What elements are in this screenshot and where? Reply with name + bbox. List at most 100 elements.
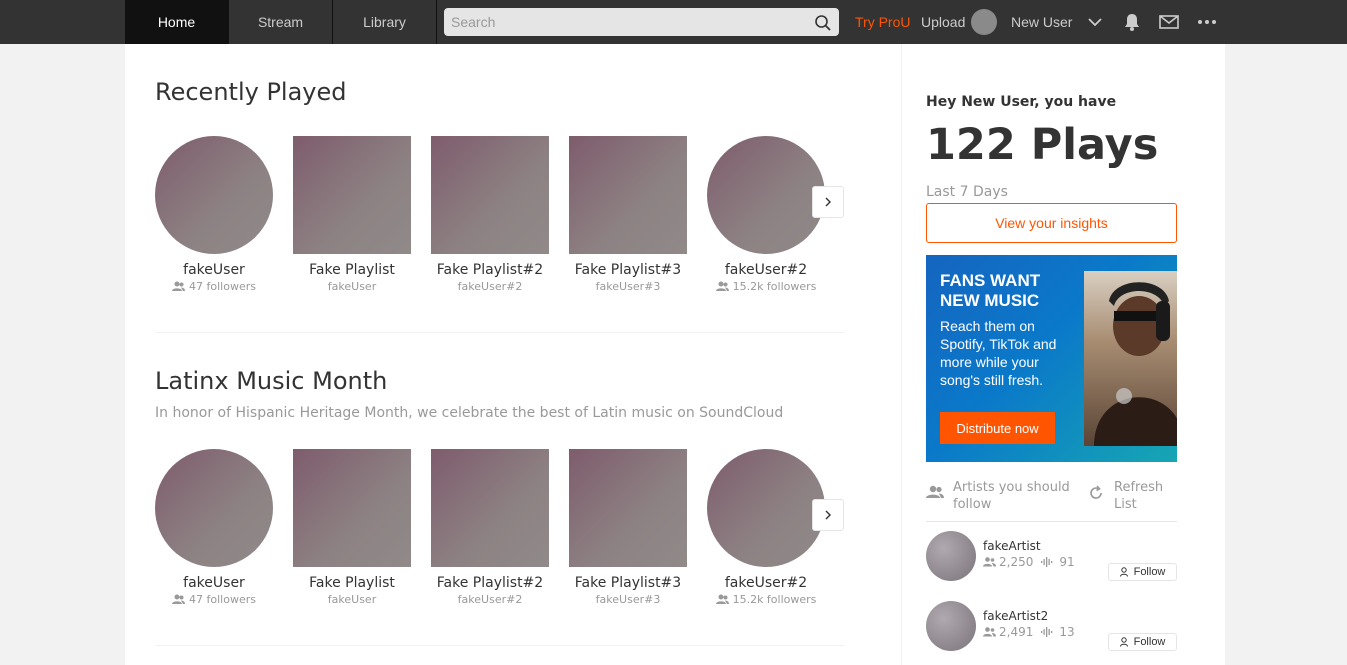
section-title: Recently Played: [155, 78, 347, 106]
promo-body: Reach them on Spotify, TikTok and more w…: [940, 318, 1057, 388]
refresh-list-link[interactable]: Refresh List: [1114, 479, 1174, 513]
carousel: fakeUser 47 followers Fake Playlist fake…: [155, 449, 845, 619]
item-subtitle[interactable]: fakeUser#3: [596, 593, 661, 606]
item-subtitle: 47 followers: [189, 593, 256, 606]
suggested-artist: fakeArtist 2,250 91 Follow: [926, 531, 1177, 583]
follow-button-label: Follow: [1133, 566, 1166, 578]
carousel-item[interactable]: fakeUser#2 15.2k followers: [707, 136, 825, 293]
item-title[interactable]: Fake Playlist#2: [431, 575, 549, 591]
item-title[interactable]: fakeUser: [155, 262, 273, 278]
distribute-now-button[interactable]: Distribute now: [940, 412, 1055, 444]
followers-icon: [172, 594, 186, 604]
section-divider: [155, 332, 845, 333]
chevron-down-icon[interactable]: [1084, 11, 1106, 33]
artist-name[interactable]: fakeArtist: [983, 539, 1041, 553]
username-menu[interactable]: New User: [1011, 0, 1072, 44]
carousel-item[interactable]: fakeUser 47 followers: [155, 136, 273, 293]
more-icon[interactable]: [1196, 11, 1218, 33]
content-area: Recently Played fakeUser 47 followers Fa…: [125, 44, 1225, 665]
carousel-item[interactable]: Fake Playlist fakeUser: [293, 449, 411, 606]
user-avatar[interactable]: [971, 9, 997, 35]
artwork[interactable]: [431, 136, 549, 254]
upload-link[interactable]: Upload: [921, 0, 965, 44]
follower-count: 2,250: [999, 555, 1034, 569]
artwork[interactable]: [569, 449, 687, 567]
followers-icon: [172, 281, 186, 291]
who-to-follow-label: Artists you should follow: [953, 480, 1070, 512]
item-title[interactable]: Fake Playlist#3: [569, 575, 687, 591]
promo-headline: FANS WANT NEW MUSIC: [940, 271, 1041, 310]
item-subtitle[interactable]: fakeUser: [328, 280, 376, 293]
artwork[interactable]: [431, 449, 549, 567]
carousel-item[interactable]: Fake Playlist#3 fakeUser#3: [569, 449, 687, 606]
suggested-artist: fakeArtist2 2,491 13 Follow: [926, 601, 1177, 653]
item-title[interactable]: Fake Playlist#3: [569, 262, 687, 278]
refresh-icon[interactable]: [1088, 485, 1104, 501]
item-title[interactable]: fakeUser#2: [707, 575, 825, 591]
artist-name[interactable]: fakeArtist2: [983, 609, 1048, 623]
item-subtitle: 15.2k followers: [732, 593, 817, 606]
carousel-item[interactable]: fakeUser 47 followers: [155, 449, 273, 606]
promo-banner[interactable]: FANS WANT NEW MUSIC Reach them on Spotif…: [926, 255, 1177, 462]
plays-count: 122 Plays: [926, 120, 1159, 170]
mail-icon[interactable]: [1158, 11, 1180, 33]
item-subtitle[interactable]: fakeUser#3: [596, 280, 661, 293]
followers-icon: [983, 627, 996, 637]
artwork[interactable]: [293, 449, 411, 567]
carousel-next-button[interactable]: [812, 499, 844, 531]
artwork[interactable]: [155, 136, 273, 254]
carousel-item[interactable]: Fake Playlist fakeUser: [293, 136, 411, 293]
tab-stream[interactable]: Stream: [229, 0, 333, 44]
section-subtitle: In honor of Hispanic Heritage Month, we …: [155, 405, 784, 421]
followers-icon: [715, 281, 729, 291]
add-user-icon: [1119, 637, 1128, 647]
item-subtitle[interactable]: fakeUser: [328, 593, 376, 606]
carousel-item[interactable]: Fake Playlist#2 fakeUser#2: [431, 449, 549, 606]
item-title[interactable]: Fake Playlist: [293, 575, 411, 591]
add-user-icon: [1119, 567, 1128, 577]
carousel: fakeUser 47 followers Fake Playlist fake…: [155, 136, 845, 306]
item-title[interactable]: Fake Playlist: [293, 262, 411, 278]
section-title: Latinx Music Month: [155, 367, 388, 395]
carousel-item[interactable]: Fake Playlist#3 fakeUser#3: [569, 136, 687, 293]
artist-photo-icon: [1094, 282, 1177, 446]
tab-home[interactable]: Home: [125, 0, 229, 44]
chevron-right-icon: [825, 197, 831, 207]
follow-button[interactable]: Follow: [1108, 633, 1177, 651]
avatar[interactable]: [926, 531, 976, 581]
track-count: 91: [1059, 555, 1075, 569]
search-input[interactable]: [451, 11, 801, 33]
artwork[interactable]: [293, 136, 411, 254]
right-sidebar: Hey New User, you have 122 Plays Last 7 …: [901, 44, 1225, 665]
artwork[interactable]: [569, 136, 687, 254]
artwork[interactable]: [155, 449, 273, 567]
bell-icon[interactable]: [1121, 11, 1143, 33]
followers-icon: [715, 594, 729, 604]
search-box: [444, 8, 839, 36]
people-icon: [926, 485, 944, 498]
item-subtitle[interactable]: fakeUser#2: [458, 593, 523, 606]
carousel-item[interactable]: Fake Playlist#2 fakeUser#2: [431, 136, 549, 293]
artwork[interactable]: [707, 136, 825, 254]
try-pro-link[interactable]: Try ProU: [855, 0, 910, 44]
view-insights-button[interactable]: View your insights: [926, 203, 1177, 243]
avatar[interactable]: [926, 601, 976, 651]
insights-greeting: Hey New User, you have: [926, 94, 1117, 110]
carousel-item[interactable]: fakeUser#2 15.2k followers: [707, 449, 825, 606]
item-title[interactable]: fakeUser: [155, 575, 273, 591]
item-title[interactable]: fakeUser#2: [707, 262, 825, 278]
item-subtitle[interactable]: fakeUser#2: [458, 280, 523, 293]
artist-stats: 2,491 13: [983, 625, 1075, 639]
insights-period: Last 7 Days: [926, 184, 1008, 200]
follow-button-label: Follow: [1133, 636, 1166, 648]
tab-library[interactable]: Library: [333, 0, 437, 44]
search-icon[interactable]: [814, 14, 832, 32]
artwork[interactable]: [707, 449, 825, 567]
section-divider: [155, 645, 845, 646]
item-title[interactable]: Fake Playlist#2: [431, 262, 549, 278]
artist-stats: 2,250 91: [983, 555, 1075, 569]
follow-button[interactable]: Follow: [1108, 563, 1177, 581]
carousel-next-button[interactable]: [812, 186, 844, 218]
waveform-icon: [1041, 557, 1053, 567]
promo-photo: [1084, 271, 1177, 446]
